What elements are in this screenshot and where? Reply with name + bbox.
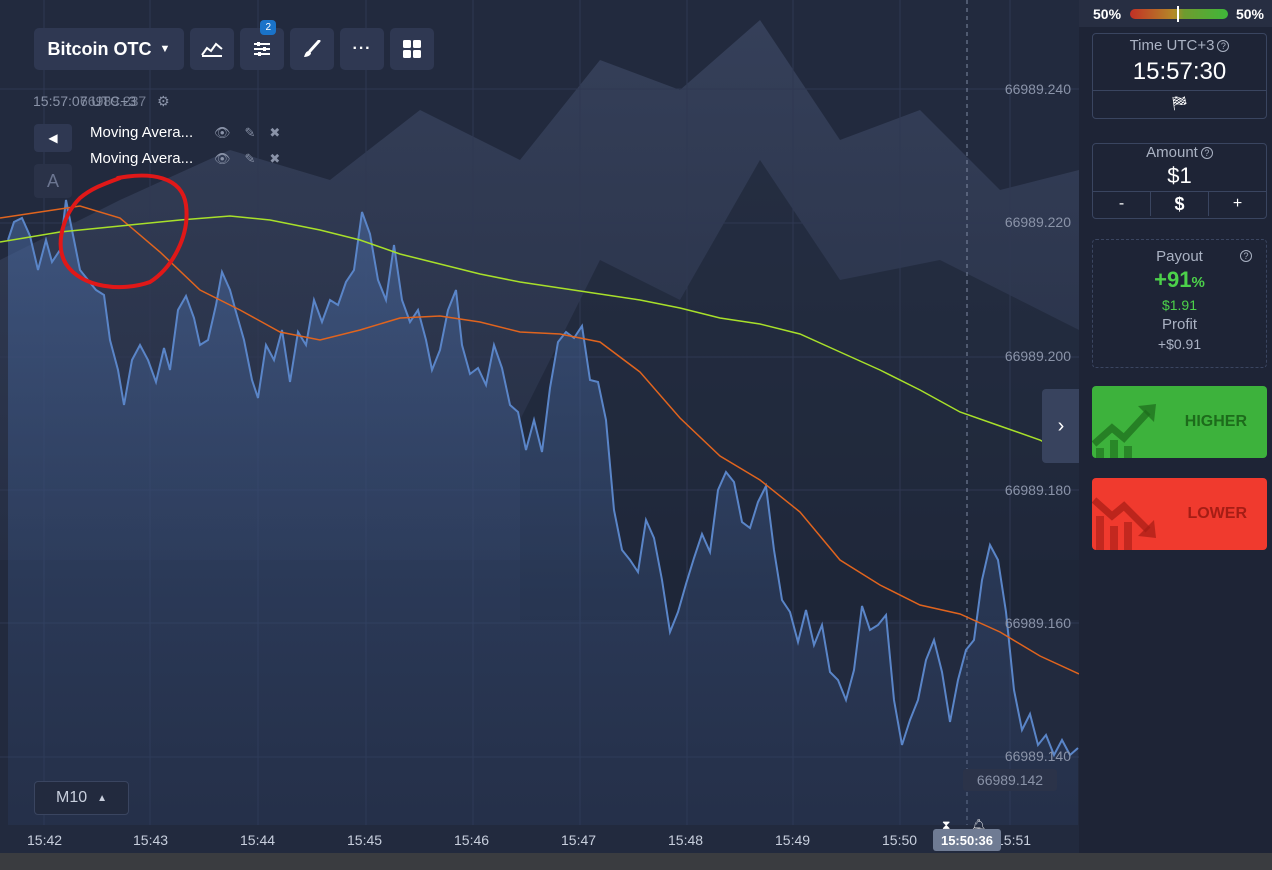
- sentiment-sell: 50%: [1093, 5, 1122, 22]
- price-axis-label: 66989.240: [1004, 81, 1071, 97]
- help-icon[interactable]: ?: [1240, 250, 1252, 262]
- eye-icon[interactable]: 👁: [214, 151, 231, 167]
- time-title-text: Time UTC+3: [1129, 37, 1215, 54]
- timeframe-label: M10: [55, 789, 88, 806]
- close-icon[interactable]: ✖: [269, 151, 280, 167]
- more-button[interactable]: ···: [340, 28, 384, 70]
- text-tool-label: A: [46, 170, 59, 191]
- amount-value[interactable]: $1: [1093, 163, 1266, 189]
- brush-icon: [304, 40, 321, 57]
- indicator-label: Moving Avera...: [90, 150, 194, 167]
- price-axis-label: 66989.160: [1004, 615, 1071, 631]
- help-icon[interactable]: ?: [1200, 147, 1213, 160]
- ellipsis-icon: ···: [352, 40, 372, 57]
- chart-type-button[interactable]: [190, 28, 234, 70]
- trading-app: Bitcoin OTC ▼ 2 ··· 15:57:07 UTC+3 66989…: [0, 0, 1272, 870]
- time-axis-label: 15:48: [668, 832, 704, 848]
- time-value: 15:57:30: [1132, 58, 1227, 85]
- time-axis-label: 15:50: [882, 832, 918, 848]
- asset-name: Bitcoin OTC: [47, 38, 152, 59]
- currency-button[interactable]: $: [1150, 192, 1208, 216]
- price-axis-label: 66989.180: [1004, 482, 1071, 498]
- grid-layout-icon: [403, 40, 421, 58]
- payout-percent-sign: %: [1191, 274, 1205, 291]
- eye-icon[interactable]: 👁: [214, 125, 231, 141]
- payout-title-text: Payout: [1156, 248, 1203, 265]
- indicators-button[interactable]: 2: [240, 20, 284, 70]
- asset-selector[interactable]: Bitcoin OTC ▼: [34, 28, 184, 70]
- price-axis-label: 66989.220: [1004, 214, 1071, 230]
- payout-amount: $1.91: [1161, 297, 1198, 313]
- amount-title-text: Amount: [1146, 144, 1198, 161]
- caret-up-icon: ▲: [97, 792, 108, 804]
- chart-area[interactable]: Bitcoin OTC ▼ 2 ··· 15:57:07 UTC+3 66989…: [0, 0, 1079, 853]
- time-title: Time UTC+3?: [1093, 37, 1266, 54]
- timeframe-selector[interactable]: M10 ▲: [34, 781, 129, 815]
- expiry-time-label[interactable]: 15:50:36: [933, 829, 1001, 851]
- amount-controls: - $ +: [1093, 191, 1266, 216]
- taskbar-strip: [0, 853, 1272, 870]
- collapse-indicators-button[interactable]: ◀: [34, 124, 72, 152]
- time-axis-label: 15:42: [27, 832, 63, 848]
- time-axis-label: 15:44: [240, 832, 276, 848]
- payout-box: Payout ? +91% $1.91 Profit +$0.91: [1092, 239, 1267, 368]
- time-box[interactable]: Time UTC+3? 15:57:30 🏁︎: [1092, 33, 1267, 119]
- pencil-icon[interactable]: ✎: [245, 151, 256, 167]
- indicator-row: Moving Avera... 👁 ✎ ✖: [90, 124, 280, 141]
- price-axis-label: 66989.200: [1004, 348, 1071, 364]
- time-axis-label: 15:43: [133, 832, 169, 848]
- lower-label: LOWER: [1187, 505, 1247, 522]
- time-mode-toggle[interactable]: 🏁︎: [1093, 90, 1266, 115]
- sliders-icon: [254, 42, 270, 56]
- trend-down-icon: [1092, 497, 1156, 550]
- higher-label: HIGHER: [1184, 413, 1247, 430]
- sentiment-bar: 50% 50%: [1079, 0, 1272, 27]
- area-chart-icon: [201, 42, 223, 57]
- amount-increase-button[interactable]: +: [1208, 192, 1266, 216]
- indicator-label: Moving Avera...: [90, 124, 194, 141]
- time-axis-label: 15:45: [347, 832, 383, 848]
- higher-button[interactable]: HIGHER: [1092, 386, 1267, 458]
- drawing-button[interactable]: [290, 28, 334, 70]
- text-tool-button[interactable]: A: [34, 164, 72, 198]
- overlay-price: 66989.237: [80, 93, 147, 109]
- time-axis-label: 15:49: [775, 832, 811, 848]
- time-axis-label: 15:47: [561, 832, 597, 848]
- layout-button[interactable]: [390, 28, 434, 70]
- trend-up-icon: [1092, 404, 1156, 458]
- sentiment-buy: 50%: [1235, 5, 1264, 22]
- chevron-left-icon: ◀: [48, 131, 58, 145]
- lower-button[interactable]: LOWER: [1092, 478, 1267, 550]
- gear-icon[interactable]: ⚙: [157, 93, 170, 110]
- chart-toolbar: Bitcoin OTC ▼ 2 ···: [34, 20, 434, 70]
- payout-percent: +91%: [1093, 267, 1266, 293]
- sentiment-gauge: [1129, 5, 1228, 22]
- chevron-right-icon: ›: [1057, 414, 1065, 437]
- flag-icon: 🏁︎: [1170, 94, 1189, 111]
- current-price-label: 66989.142: [963, 769, 1057, 791]
- close-icon[interactable]: ✖: [269, 125, 280, 141]
- price-axis-label: 66989.140: [1004, 748, 1071, 764]
- profit-value: +$0.91: [1157, 336, 1202, 352]
- time-axis-label: 15:51: [996, 832, 1032, 848]
- expand-panel-button[interactable]: ›: [1042, 389, 1079, 463]
- indicator-row: Moving Avera... 👁 ✎ ✖: [90, 150, 280, 167]
- amount-box[interactable]: Amount? $1 - $ +: [1092, 143, 1267, 219]
- sentiment-marker: [1176, 5, 1179, 22]
- help-icon[interactable]: ?: [1217, 40, 1230, 53]
- pencil-icon[interactable]: ✎: [245, 125, 256, 141]
- payout-title: Payout ?: [1093, 248, 1266, 265]
- profit-label: Profit: [1161, 316, 1197, 333]
- time-axis-label: 15:46: [454, 832, 490, 848]
- payout-percent-value: +91: [1154, 267, 1192, 292]
- amount-decrease-button[interactable]: -: [1093, 192, 1150, 216]
- indicator-count-badge: 2: [260, 20, 276, 35]
- amount-title: Amount?: [1093, 144, 1266, 161]
- chevron-down-icon: ▼: [159, 43, 171, 55]
